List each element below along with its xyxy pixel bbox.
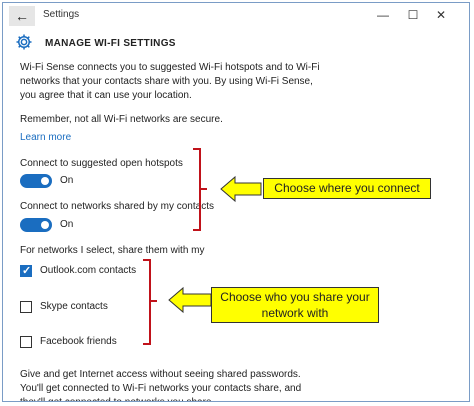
hotspots-toggle[interactable] xyxy=(20,174,52,188)
maximize-button[interactable]: ☐ xyxy=(405,7,421,23)
shared-label: Connect to networks shared by my contact… xyxy=(20,201,214,212)
annotation-arrow-1 xyxy=(220,175,262,203)
hotspots-state: On xyxy=(60,175,74,186)
callout-choose-who: Choose who you share your network with xyxy=(211,287,379,323)
facebook-checkbox[interactable] xyxy=(20,336,32,348)
minimize-button[interactable]: — xyxy=(375,7,391,23)
annotation-bracket-2-tick xyxy=(149,300,157,302)
facebook-label: Facebook friends xyxy=(40,336,117,347)
settings-window: ← Settings — ☐ ✕ MANAGE WI-FI SETTINGS W… xyxy=(2,2,470,402)
title-bar: ← Settings — ☐ ✕ xyxy=(3,3,469,29)
footer-text: Give and get Internet access without see… xyxy=(20,369,302,401)
learn-more-link[interactable]: Learn more xyxy=(20,131,320,145)
security-note: Remember, not all Wi-Fi networks are sec… xyxy=(20,114,223,125)
gear-icon xyxy=(16,34,32,50)
outlook-checkbox[interactable] xyxy=(20,264,32,278)
shared-state: On xyxy=(60,219,74,230)
window-title: Settings xyxy=(43,9,80,20)
annotation-arrow-2 xyxy=(168,286,212,314)
hotspots-label: Connect to suggested open hotspots xyxy=(20,158,183,169)
close-button[interactable]: ✕ xyxy=(433,7,449,23)
page-header: MANAGE WI-FI SETTINGS xyxy=(3,29,469,57)
annotation-bracket-2 xyxy=(143,259,151,345)
intro-text: Wi-Fi Sense connects you to suggested Wi… xyxy=(20,62,320,101)
skype-checkbox[interactable] xyxy=(20,301,32,313)
outlook-label: Outlook.com contacts xyxy=(40,265,137,276)
skype-label: Skype contacts xyxy=(40,301,108,312)
callout-choose-where: Choose where you connect xyxy=(263,178,431,199)
back-arrow-icon: ← xyxy=(15,8,29,24)
back-button[interactable]: ← xyxy=(9,6,35,26)
annotation-bracket-1-tick xyxy=(199,188,207,190)
shared-toggle[interactable] xyxy=(20,218,52,232)
page-title: MANAGE WI-FI SETTINGS xyxy=(45,38,176,49)
share-header: For networks I select, share them with m… xyxy=(20,245,205,256)
